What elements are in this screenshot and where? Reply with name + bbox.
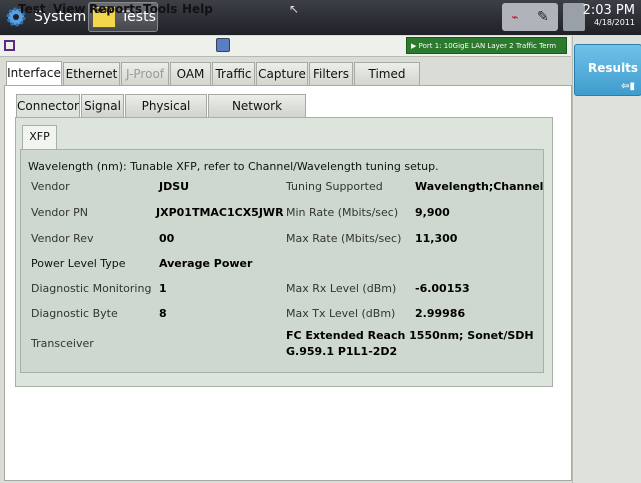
tab-oam[interactable]: OAM [170,62,211,85]
menu-test[interactable]: Test [18,2,46,16]
vendor-value: JDSU [159,180,190,193]
help-icon[interactable] [216,38,230,52]
right-panel [572,36,641,483]
vendor-pn-label: Vendor PN [31,206,89,219]
max-tx-level-value: 2.99986 [415,307,466,320]
tab-signal[interactable]: Signal [81,94,124,117]
tab-physical-layer[interactable]: Physical Layer [125,94,207,135]
max-tx-level-label: Max Tx Level (dBm) [286,307,396,320]
tab-interface[interactable]: Interface [6,61,62,86]
tab-xfp[interactable]: XFP [22,125,57,150]
tab-filters[interactable]: Filters [309,62,353,85]
menu-reports[interactable]: Reports [89,2,142,16]
menu-help[interactable]: Help [182,2,213,16]
max-rx-level-label: Max Rx Level (dBm) [286,282,397,295]
diagnostic-monitoring-value: 1 [159,282,167,295]
status-icons[interactable]: ⌁ ✎ [502,3,558,31]
power-level-type-label: Power Level Type [31,257,126,270]
tab-j-proof[interactable]: J-Proof [121,62,169,85]
tab-capture[interactable]: Capture [256,62,308,85]
remote-control-icon: ⌁ [511,10,519,24]
vendor-label: Vendor [31,180,70,193]
diagnostic-byte-label: Diagnostic Byte [31,307,118,320]
menu-view[interactable]: View [53,2,85,16]
menu-tools[interactable]: Tools [143,2,177,16]
arrow-left-icon: ⇦▮ [621,81,635,92]
port-status-badge[interactable]: ▶ Port 1: 10GigE LAN Layer 2 Traffic Ter… [406,37,567,54]
max-rate-value: 11,300 [415,232,458,245]
diagnostic-byte-value: 8 [159,307,167,320]
transceiver-line-2: G.959.1 P1L1-2D2 [286,345,398,358]
min-rate-value: 9,900 [415,206,450,219]
mouse-cursor-icon: ↖ [289,2,300,16]
vendor-rev-value: 00 [159,232,175,245]
tab-ethernet[interactable]: Ethernet [63,62,120,85]
clock-time: 2:03 PM [582,3,635,18]
clock-date: 4/18/2011 [593,18,635,27]
max-rate-label: Max Rate (Mbits/sec) [286,232,402,245]
transceiver-value: FC Extended Reach 1550nm; Sonet/SDH G.95… [286,328,536,360]
tab-timed-test[interactable]: Timed Test [354,62,420,103]
vendor-pn-value: JXP01TMAC1CX5JWR [156,206,284,219]
results-label: Results [588,61,639,75]
clock: 2:03 PM 4/18/2011 [583,4,635,28]
diagnostic-monitoring-label: Diagnostic Monitoring [31,282,152,295]
power-level-type-value: Average Power [159,257,253,270]
transceiver-label: Transceiver [31,337,94,350]
tuning-supported-value: Wavelength;Channel [415,180,544,193]
transceiver-line-1: FC Extended Reach 1550nm; Sonet/SDH [286,329,534,342]
tab-network-visibility[interactable]: Network Visibility [208,94,306,135]
test-menu-icon [4,40,15,51]
max-rx-level-value: -6.00153 [415,282,470,295]
tab-traffic[interactable]: Traffic [212,62,255,85]
results-button[interactable]: Results ⇦▮ [574,44,641,96]
pen-icon: ✎ [537,9,549,25]
wavelength-note: Wavelength (nm): Tunable XFP, refer to C… [28,160,439,173]
tab-connector[interactable]: Connector [16,94,80,119]
min-rate-label: Min Rate (Mbits/sec) [286,206,399,219]
vendor-rev-label: Vendor Rev [31,232,94,245]
tuning-supported-label: Tuning Supported [286,180,383,193]
